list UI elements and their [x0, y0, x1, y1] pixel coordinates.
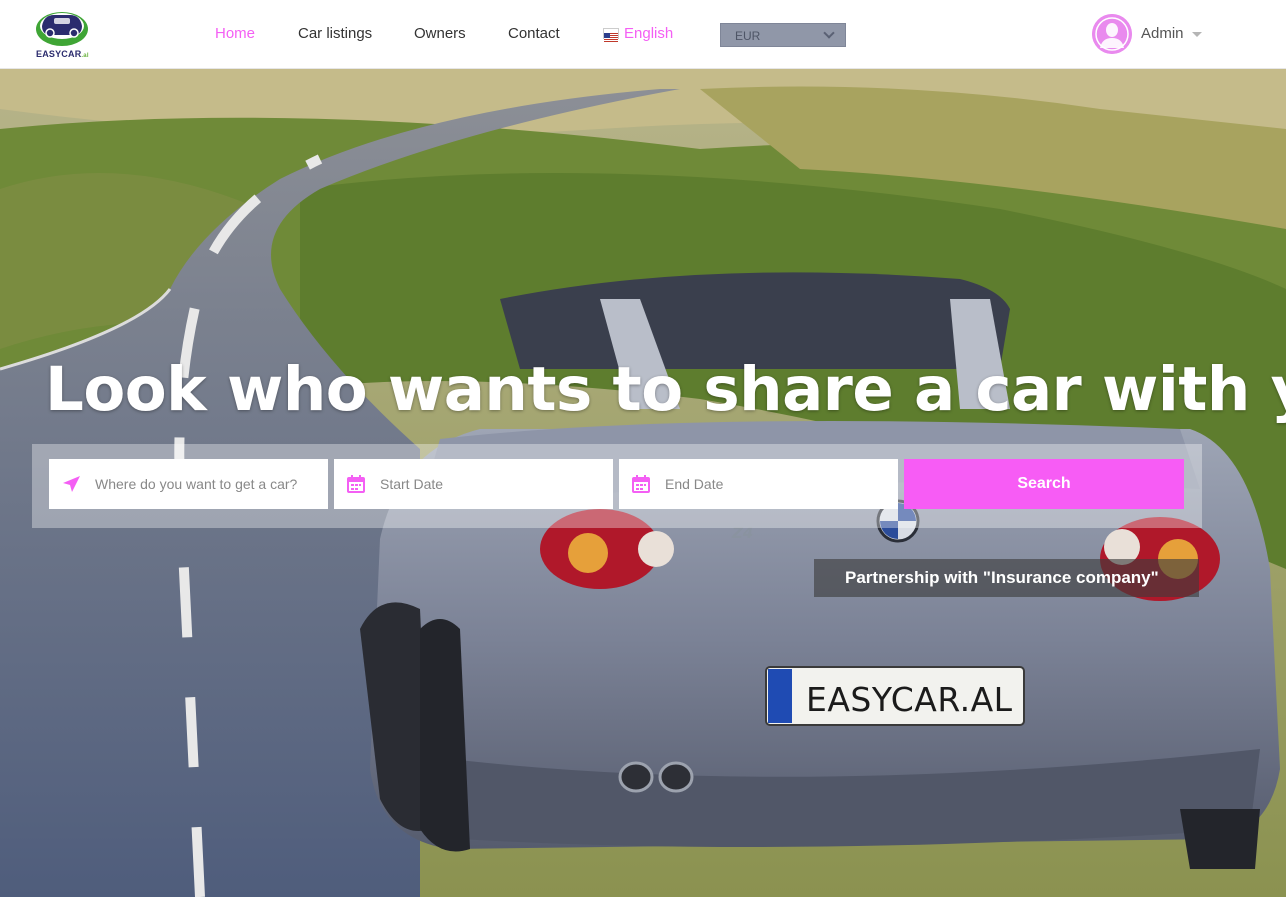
nav-owners-link[interactable]: Owners: [414, 25, 466, 42]
start-date-field[interactable]: [334, 459, 613, 509]
language-selector[interactable]: English: [603, 25, 673, 42]
partnership-text: Partnership with "Insurance company": [845, 568, 1159, 587]
nav-car-listings-link[interactable]: Car listings: [298, 25, 372, 42]
nav-contact-link[interactable]: Contact: [508, 25, 560, 42]
language-label: English: [624, 25, 674, 42]
search-button[interactable]: Search: [904, 459, 1184, 509]
location-arrow-icon: [63, 476, 80, 492]
us-flag-icon: [603, 28, 619, 42]
currency-value: EUR: [735, 29, 761, 43]
calendar-icon: [632, 475, 650, 493]
hero-headline: Look who wants to share a car with you: [45, 354, 1286, 425]
end-date-input[interactable]: [665, 476, 898, 492]
nav-home-link[interactable]: Home: [215, 25, 255, 42]
brand-wordmark: EASYCAR.al: [36, 49, 89, 59]
hero-banner: Z4 EASYCAR.AL Look who wants to share a …: [0, 69, 1286, 897]
car-logo-icon: [36, 12, 88, 46]
location-input[interactable]: [95, 476, 328, 492]
brand-logo[interactable]: EASYCAR.al: [34, 9, 90, 61]
chevron-down-icon: [823, 27, 835, 39]
caret-down-icon[interactable]: [1192, 32, 1202, 37]
partnership-badge: Partnership with "Insurance company": [814, 559, 1199, 597]
license-plate-text: EASYCAR.AL: [806, 680, 1013, 719]
top-navbar: EASYCAR.al Home Car listings Owners Cont…: [0, 0, 1286, 69]
search-form: Search: [32, 444, 1202, 528]
end-date-field[interactable]: [619, 459, 898, 509]
location-field[interactable]: [49, 459, 328, 509]
start-date-input[interactable]: [380, 476, 613, 492]
currency-select[interactable]: EUR: [720, 23, 846, 47]
calendar-icon: [347, 475, 365, 493]
user-name[interactable]: Admin: [1141, 25, 1184, 42]
user-avatar-icon[interactable]: [1092, 14, 1132, 54]
